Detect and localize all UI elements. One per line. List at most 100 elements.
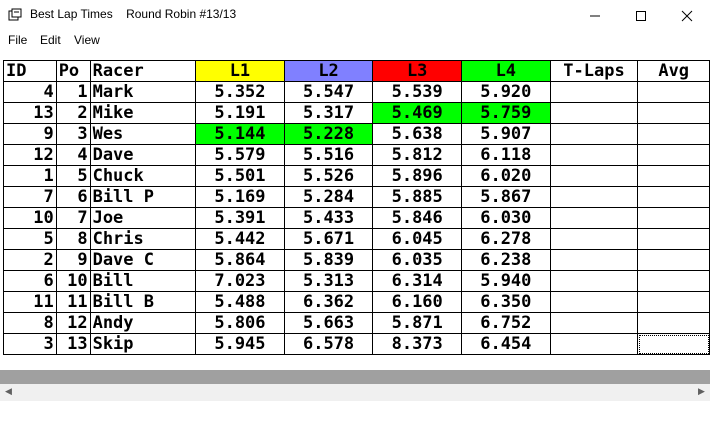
menu-edit[interactable]: Edit [40, 33, 61, 47]
cell-tlaps[interactable] [549, 186, 639, 208]
cell-racer[interactable]: Joe [89, 207, 197, 229]
cell-l3[interactable]: 6.045 [372, 228, 462, 250]
col-header-id[interactable]: ID [3, 60, 57, 82]
cell-l3[interactable]: 5.638 [372, 123, 462, 145]
cell-l3[interactable]: 5.812 [372, 144, 462, 166]
cell-l4[interactable]: 6.020 [461, 165, 551, 187]
cell-avg[interactable] [637, 249, 710, 271]
scrollbar-thumb[interactable] [17, 385, 689, 400]
cell-l3[interactable]: 6.160 [372, 291, 462, 313]
cell-id[interactable]: 3 [3, 333, 57, 355]
cell-id[interactable]: 12 [3, 144, 57, 166]
cell-tlaps[interactable] [549, 312, 639, 334]
table-row[interactable]: 1 5 Chuck 5.501 5.526 5.896 6.020 [3, 165, 710, 187]
cell-avg[interactable] [637, 270, 710, 292]
cell-id[interactable]: 6 [3, 270, 57, 292]
cell-pos[interactable]: 3 [55, 123, 91, 145]
col-header-l2[interactable]: L2 [283, 60, 374, 82]
cell-id[interactable]: 5 [3, 228, 57, 250]
cell-avg[interactable] [637, 291, 710, 313]
table-row[interactable]: 4 1 Mark 5.352 5.547 5.539 5.920 [3, 81, 710, 103]
col-header-avg[interactable]: Avg [637, 60, 710, 82]
cell-id[interactable]: 10 [3, 207, 57, 229]
cell-l1[interactable]: 5.945 [195, 333, 285, 355]
cell-l4[interactable]: 6.350 [461, 291, 551, 313]
cell-avg[interactable] [637, 333, 710, 355]
cell-l1[interactable]: 5.442 [195, 228, 285, 250]
cell-racer[interactable]: Wes [89, 123, 197, 145]
cell-l4[interactable]: 6.752 [461, 312, 551, 334]
cell-racer[interactable]: Bill P [89, 186, 197, 208]
table-row[interactable]: 6 10 Bill 7.023 5.313 6.314 5.940 [3, 270, 710, 292]
cell-l3[interactable]: 5.871 [372, 312, 462, 334]
cell-racer[interactable]: Bill B [89, 291, 197, 313]
table-row[interactable]: 8 12 Andy 5.806 5.663 5.871 6.752 [3, 312, 710, 334]
cell-l1[interactable]: 7.023 [195, 270, 285, 292]
cell-avg[interactable] [637, 144, 710, 166]
cell-racer[interactable]: Chuck [89, 165, 197, 187]
cell-tlaps[interactable] [549, 249, 639, 271]
cell-avg[interactable] [637, 165, 710, 187]
cell-l4[interactable]: 6.030 [461, 207, 551, 229]
cell-l2[interactable]: 5.313 [283, 270, 374, 292]
cell-l3[interactable]: 8.373 [372, 333, 462, 355]
cell-l4[interactable]: 6.118 [461, 144, 551, 166]
col-header-racer[interactable]: Racer [89, 60, 197, 82]
lap-times-grid[interactable]: ID Po Racer L1 L2 L3 L4 T-Laps Avg 4 1 Mar… [3, 60, 710, 370]
cell-racer[interactable]: Bill [89, 270, 197, 292]
minimize-button[interactable] [572, 0, 618, 31]
cell-racer[interactable]: Mike [89, 102, 197, 124]
cell-l2[interactable]: 6.362 [283, 291, 374, 313]
table-row[interactable]: 12 4 Dave 5.579 5.516 5.812 6.118 [3, 144, 710, 166]
cell-tlaps[interactable] [549, 333, 639, 355]
cell-l4[interactable]: 5.759 [461, 102, 551, 124]
cell-l2[interactable]: 5.317 [283, 102, 374, 124]
table-row[interactable]: 7 6 Bill P 5.169 5.284 5.885 5.867 [3, 186, 710, 208]
cell-l2[interactable]: 5.433 [283, 207, 374, 229]
cell-pos[interactable]: 1 [55, 81, 91, 103]
table-row[interactable]: 13 2 Mike 5.191 5.317 5.469 5.759 [3, 102, 710, 124]
cell-l4[interactable]: 5.920 [461, 81, 551, 103]
cell-tlaps[interactable] [549, 123, 639, 145]
cell-l4[interactable]: 5.940 [461, 270, 551, 292]
cell-id[interactable]: 13 [3, 102, 57, 124]
cell-l1[interactable]: 5.191 [195, 102, 285, 124]
cell-l4[interactable]: 6.238 [461, 249, 551, 271]
cell-tlaps[interactable] [549, 144, 639, 166]
cell-l3[interactable]: 5.539 [372, 81, 462, 103]
table-row[interactable]: 2 9 Dave C 5.864 5.839 6.035 6.238 [3, 249, 710, 271]
cell-id[interactable]: 7 [3, 186, 57, 208]
cell-l4[interactable]: 5.867 [461, 186, 551, 208]
cell-pos[interactable]: 11 [55, 291, 91, 313]
cell-avg[interactable] [637, 207, 710, 229]
cell-racer[interactable]: Chris [89, 228, 197, 250]
table-row[interactable]: 9 3 Wes 5.144 5.228 5.638 5.907 [3, 123, 710, 145]
cell-racer[interactable]: Mark [89, 81, 197, 103]
cell-l2[interactable]: 5.671 [283, 228, 374, 250]
cell-l3[interactable]: 5.469 [372, 102, 462, 124]
cell-racer[interactable]: Dave [89, 144, 197, 166]
cell-id[interactable]: 4 [3, 81, 57, 103]
table-row[interactable]: 3 13 Skip 5.945 6.578 8.373 6.454 [3, 333, 710, 355]
cell-l3[interactable]: 6.314 [372, 270, 462, 292]
cell-l1[interactable]: 5.864 [195, 249, 285, 271]
cell-racer[interactable]: Dave C [89, 249, 197, 271]
cell-pos[interactable]: 10 [55, 270, 91, 292]
cell-avg[interactable] [637, 228, 710, 250]
col-header-tlaps[interactable]: T-Laps [549, 60, 639, 82]
maximize-button[interactable] [618, 0, 664, 31]
cell-l2[interactable]: 5.547 [283, 81, 374, 103]
table-row[interactable]: 11 11 Bill B 5.488 6.362 6.160 6.350 [3, 291, 710, 313]
cell-pos[interactable]: 5 [55, 165, 91, 187]
cell-tlaps[interactable] [549, 102, 639, 124]
cell-l3[interactable]: 5.885 [372, 186, 462, 208]
cell-l3[interactable]: 6.035 [372, 249, 462, 271]
cell-avg[interactable] [637, 123, 710, 145]
cell-l2[interactable]: 5.839 [283, 249, 374, 271]
cell-tlaps[interactable] [549, 207, 639, 229]
scroll-left-icon[interactable]: ◀ [0, 384, 17, 401]
cell-l1[interactable]: 5.579 [195, 144, 285, 166]
cell-avg[interactable] [637, 102, 710, 124]
cell-l3[interactable]: 5.896 [372, 165, 462, 187]
cell-pos[interactable]: 7 [55, 207, 91, 229]
